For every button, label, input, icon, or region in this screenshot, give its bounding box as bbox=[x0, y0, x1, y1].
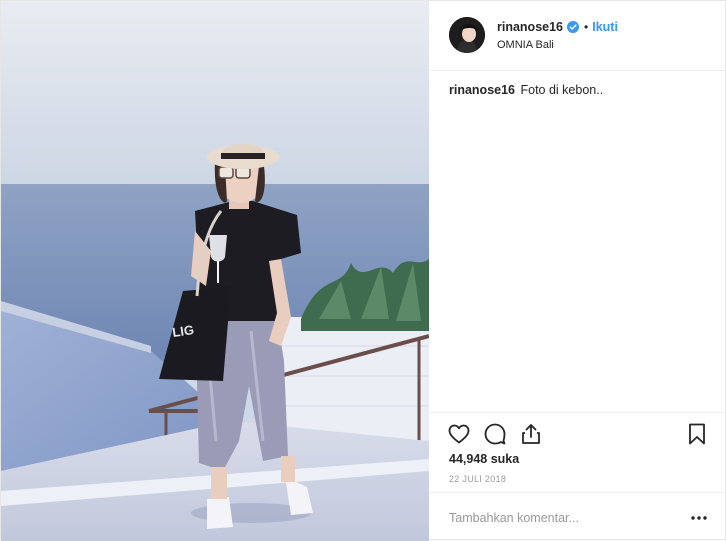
share-icon[interactable] bbox=[519, 422, 543, 446]
heart-icon[interactable] bbox=[447, 422, 471, 446]
caption: rinanose16 Foto di kebon.. bbox=[449, 83, 603, 97]
post-date[interactable]: 22 JULI 2018 bbox=[449, 474, 506, 484]
svg-text:LIG: LIG bbox=[171, 322, 195, 340]
more-options-icon[interactable] bbox=[689, 509, 709, 527]
avatar[interactable] bbox=[449, 17, 485, 53]
verified-badge-icon bbox=[567, 21, 580, 33]
username[interactable]: rinanose16 bbox=[497, 20, 563, 34]
post-photo[interactable]: LIG bbox=[1, 1, 429, 541]
caption-text: Foto di kebon.. bbox=[520, 83, 604, 97]
separator-dot: • bbox=[584, 20, 589, 34]
bookmark-icon[interactable] bbox=[685, 422, 709, 446]
photo-scene: LIG bbox=[1, 1, 429, 541]
action-bar bbox=[429, 412, 726, 452]
comment-bar bbox=[429, 492, 726, 541]
post-sidebar: rinanose16 • Ikuti OMNIA Bali rinanose16… bbox=[429, 1, 726, 541]
avatar-image bbox=[449, 17, 485, 53]
follow-button[interactable]: Ikuti bbox=[592, 20, 618, 34]
username-row: rinanose16 • Ikuti bbox=[497, 20, 618, 34]
like-count[interactable]: 44,948 suka bbox=[449, 452, 519, 466]
comment-bubble-icon[interactable] bbox=[483, 422, 507, 446]
post-header: rinanose16 • Ikuti OMNIA Bali bbox=[429, 1, 726, 71]
caption-username[interactable]: rinanose16 bbox=[449, 83, 515, 97]
location-link[interactable]: OMNIA Bali bbox=[497, 39, 554, 51]
comment-input[interactable] bbox=[449, 508, 669, 528]
instagram-post: LIG rinanose16 • Ikuti OMNIA Bali rinano… bbox=[0, 0, 726, 541]
